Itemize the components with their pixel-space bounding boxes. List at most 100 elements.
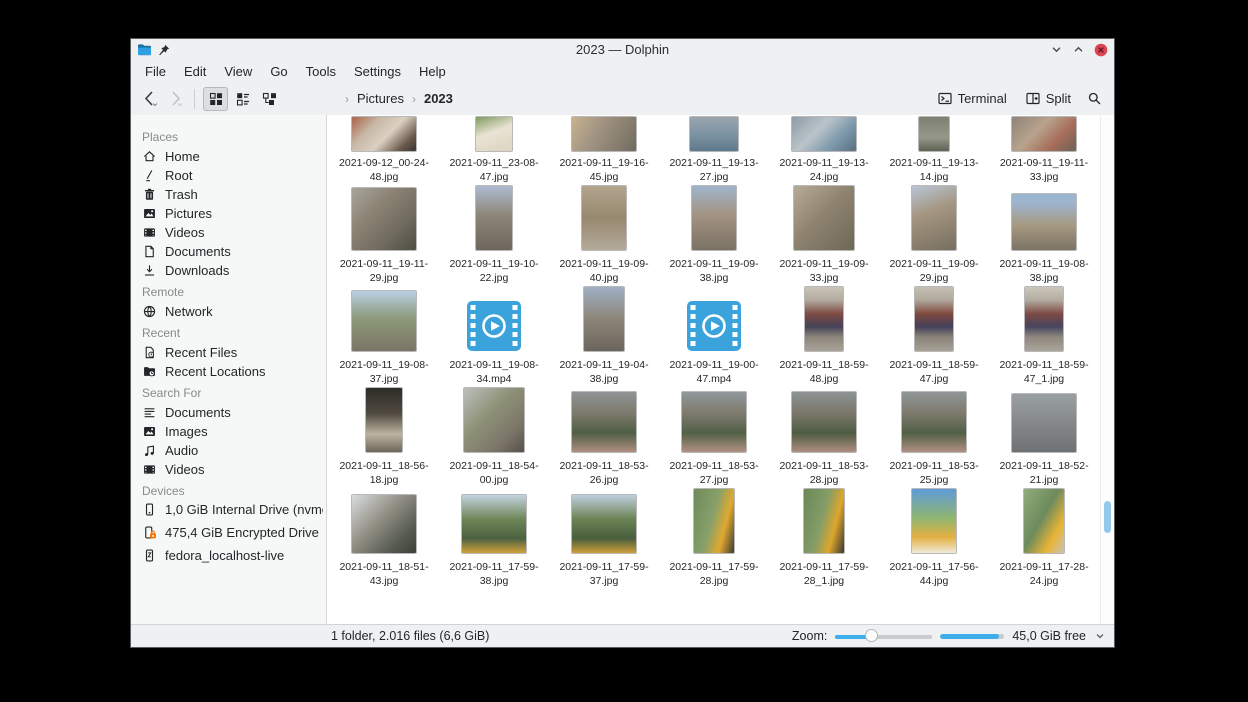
file-item-2021-09-11-18-59-47-jpg[interactable]: 2021-09-11_18-59-47.jpg bbox=[879, 285, 989, 386]
file-item-2021-09-11-18-56-18-jpg[interactable]: 2021-09-11_18-56-18.jpg bbox=[329, 386, 439, 487]
sidebar-item-downloads[interactable]: Downloads bbox=[131, 261, 326, 280]
file-name: 2021-09-11_19-09-40.jpg bbox=[551, 257, 657, 285]
section-header-devices: Devices bbox=[131, 479, 326, 501]
file-item-2021-09-11-19-13-27-jpg[interactable]: 2021-09-11_19-13-27.jpg bbox=[659, 115, 769, 184]
file-item-2021-09-11-19-11-29-jpg[interactable]: 2021-09-11_19-11-29.jpg bbox=[329, 184, 439, 285]
zoom-slider-handle[interactable] bbox=[865, 629, 878, 642]
menu-tools[interactable]: Tools bbox=[297, 62, 345, 81]
scrollbar-thumb[interactable] bbox=[1104, 501, 1111, 533]
file-item-2021-09-11-19-16-45-jpg[interactable]: 2021-09-11_19-16-45.jpg bbox=[549, 115, 659, 184]
file-item-2021-09-11-17-59-28-jpg[interactable]: 2021-09-11_17-59-28.jpg bbox=[659, 487, 769, 588]
sidebar-item-recent-files[interactable]: Recent Files bbox=[131, 343, 326, 362]
sidebar-item-475-4-gib-encrypted-drive[interactable]: 475,4 GiB Encrypted Drive bbox=[131, 524, 326, 547]
image-thumbnail bbox=[912, 186, 956, 250]
sidebar-item-documents[interactable]: Documents bbox=[131, 242, 326, 261]
file-item-2021-09-11-19-09-29-jpg[interactable]: 2021-09-11_19-09-29.jpg bbox=[879, 184, 989, 285]
file-item-2021-09-11-17-56-44-jpg[interactable]: 2021-09-11_17-56-44.jpg bbox=[879, 487, 989, 588]
video-icon bbox=[142, 225, 157, 240]
breadcrumb-2023[interactable]: 2023 bbox=[422, 90, 455, 107]
sidebar-item-videos[interactable]: Videos bbox=[131, 223, 326, 242]
sidebar-item-network[interactable]: Network bbox=[131, 302, 326, 321]
zoom-slider[interactable] bbox=[835, 629, 932, 643]
menu-go[interactable]: Go bbox=[261, 62, 296, 81]
file-item-2021-09-11-19-09-38-jpg[interactable]: 2021-09-11_19-09-38.jpg bbox=[659, 184, 769, 285]
file-item-2021-09-11-18-53-26-jpg[interactable]: 2021-09-11_18-53-26.jpg bbox=[549, 386, 659, 487]
file-item-2021-09-11-17-28-24-jpg[interactable]: 2021-09-11_17-28-24.jpg bbox=[989, 487, 1099, 588]
file-item-2021-09-11-19-04-38-jpg[interactable]: 2021-09-11_19-04-38.jpg bbox=[549, 285, 659, 386]
file-item-2021-09-11-18-53-27-jpg[interactable]: 2021-09-11_18-53-27.jpg bbox=[659, 386, 769, 487]
sidebar-item-audio[interactable]: Audio bbox=[131, 441, 326, 460]
file-item-2021-09-11-19-08-38-jpg[interactable]: 2021-09-11_19-08-38.jpg bbox=[989, 184, 1099, 285]
sidebar-item-videos[interactable]: Videos bbox=[131, 460, 326, 479]
sidebar-item-home[interactable]: Home bbox=[131, 147, 326, 166]
forward-button[interactable] bbox=[163, 87, 187, 111]
file-item-2021-09-11-18-59-48-jpg[interactable]: 2021-09-11_18-59-48.jpg bbox=[769, 285, 879, 386]
folder-app-icon bbox=[137, 43, 152, 56]
file-item-2021-09-11-19-08-37-jpg[interactable]: 2021-09-11_19-08-37.jpg bbox=[329, 285, 439, 386]
file-item-2021-09-11-19-00-47-mp4[interactable]: 2021-09-11_19-00-47.mp4 bbox=[659, 285, 769, 386]
file-item-2021-09-11-17-59-37-jpg[interactable]: 2021-09-11_17-59-37.jpg bbox=[549, 487, 659, 588]
file-name: 2021-09-11_17-59-28_1.jpg bbox=[771, 560, 877, 588]
file-name: 2021-09-11_18-54-00.jpg bbox=[441, 459, 547, 487]
menu-edit[interactable]: Edit bbox=[175, 62, 215, 81]
video-thumbnail-icon bbox=[467, 301, 521, 351]
file-item-2021-09-11-17-59-38-jpg[interactable]: 2021-09-11_17-59-38.jpg bbox=[439, 487, 549, 588]
breadcrumb-chevron-icon[interactable]: › bbox=[341, 92, 353, 106]
search-button[interactable] bbox=[1082, 87, 1106, 111]
image-thumbnail bbox=[572, 495, 636, 553]
sidebar-item-fedora-localhost-live[interactable]: fedora_localhost-live bbox=[131, 547, 326, 570]
file-item-2021-09-11-18-54-00-jpg[interactable]: 2021-09-11_18-54-00.jpg bbox=[439, 386, 549, 487]
breadcrumb: › Pictures › 2023 bbox=[341, 90, 455, 107]
file-item-2021-09-11-18-53-25-jpg[interactable]: 2021-09-11_18-53-25.jpg bbox=[879, 386, 989, 487]
breadcrumb-pictures[interactable]: Pictures bbox=[355, 90, 406, 107]
breadcrumb-chevron-icon[interactable]: › bbox=[408, 92, 420, 106]
terminal-button[interactable]: Terminal bbox=[930, 88, 1014, 109]
sidebar-item-recent-locations[interactable]: Recent Locations bbox=[131, 362, 326, 381]
details-view-button[interactable] bbox=[230, 87, 255, 111]
file-name: 2021-09-11_19-13-24.jpg bbox=[771, 156, 877, 184]
back-button[interactable] bbox=[139, 87, 163, 111]
split-button[interactable]: Split bbox=[1018, 88, 1078, 109]
file-item-2021-09-11-18-53-28-jpg[interactable]: 2021-09-11_18-53-28.jpg bbox=[769, 386, 879, 487]
file-item-2021-09-11-19-11-33-jpg[interactable]: 2021-09-11_19-11-33.jpg bbox=[989, 115, 1099, 184]
file-item-2021-09-11-18-59-47-1-jpg[interactable]: 2021-09-11_18-59-47_1.jpg bbox=[989, 285, 1099, 386]
toolbar-separator bbox=[194, 89, 195, 109]
file-item-2021-09-11-18-52-21-jpg[interactable]: 2021-09-11_18-52-21.jpg bbox=[989, 386, 1099, 487]
image-thumbnail bbox=[694, 489, 734, 553]
file-item-2021-09-11-19-09-40-jpg[interactable]: 2021-09-11_19-09-40.jpg bbox=[549, 184, 659, 285]
file-row: 2021-09-11_19-08-37.jpg2021-09-11_19-08-… bbox=[329, 285, 1096, 386]
sidebar-item-trash[interactable]: Trash bbox=[131, 185, 326, 204]
menu-view[interactable]: View bbox=[215, 62, 261, 81]
maximize-button[interactable] bbox=[1072, 43, 1085, 56]
file-item-2021-09-11-18-51-43-jpg[interactable]: 2021-09-11_18-51-43.jpg bbox=[329, 487, 439, 588]
file-item-2021-09-11-23-08-47-jpg[interactable]: 2021-09-11_23-08-47.jpg bbox=[439, 115, 549, 184]
statusbar-chevron-down-icon[interactable] bbox=[1094, 630, 1106, 642]
menu-file[interactable]: File bbox=[136, 62, 175, 81]
file-item-2021-09-11-19-13-24-jpg[interactable]: 2021-09-11_19-13-24.jpg bbox=[769, 115, 879, 184]
file-name: 2021-09-11_19-09-33.jpg bbox=[771, 257, 877, 285]
image-thumbnail bbox=[352, 495, 416, 553]
icons-view-button[interactable] bbox=[203, 87, 228, 111]
file-name: 2021-09-11_19-10-22.jpg bbox=[441, 257, 547, 285]
close-button[interactable] bbox=[1094, 43, 1108, 57]
sidebar-item-pictures[interactable]: Pictures bbox=[131, 204, 326, 223]
sidebar-item-root[interactable]: Root bbox=[131, 166, 326, 185]
sidebar-item-documents[interactable]: Documents bbox=[131, 403, 326, 422]
image-thumbnail bbox=[584, 287, 624, 351]
file-item-2021-09-11-17-59-28-1-jpg[interactable]: 2021-09-11_17-59-28_1.jpg bbox=[769, 487, 879, 588]
file-item-2021-09-12-00-24-48-jpg[interactable]: 2021-09-12_00-24-48.jpg bbox=[329, 115, 439, 184]
menu-help[interactable]: Help bbox=[410, 62, 455, 81]
vertical-scrollbar[interactable] bbox=[1100, 115, 1114, 624]
file-item-2021-09-11-19-13-14-jpg[interactable]: 2021-09-11_19-13-14.jpg bbox=[879, 115, 989, 184]
sidebar-item-images[interactable]: Images bbox=[131, 422, 326, 441]
menu-settings[interactable]: Settings bbox=[345, 62, 410, 81]
sidebar-item-1-0-gib-internal-drive-nvme0n[interactable]: 1,0 GiB Internal Drive (nvme0n… bbox=[131, 501, 326, 524]
file-item-2021-09-11-19-08-34-mp4[interactable]: 2021-09-11_19-08-34.mp4 bbox=[439, 285, 549, 386]
file-item-2021-09-11-19-09-33-jpg[interactable]: 2021-09-11_19-09-33.jpg bbox=[769, 184, 879, 285]
file-name: 2021-09-11_18-53-26.jpg bbox=[551, 459, 657, 487]
titlebar[interactable]: 2023 — Dolphin bbox=[131, 39, 1114, 60]
tree-view-button[interactable] bbox=[257, 87, 282, 111]
file-item-2021-09-11-19-10-22-jpg[interactable]: 2021-09-11_19-10-22.jpg bbox=[439, 184, 549, 285]
file-view[interactable]: 2021-09-12_00-24-48.jpg2021-09-11_23-08-… bbox=[327, 115, 1114, 624]
minimize-button[interactable] bbox=[1050, 43, 1063, 56]
